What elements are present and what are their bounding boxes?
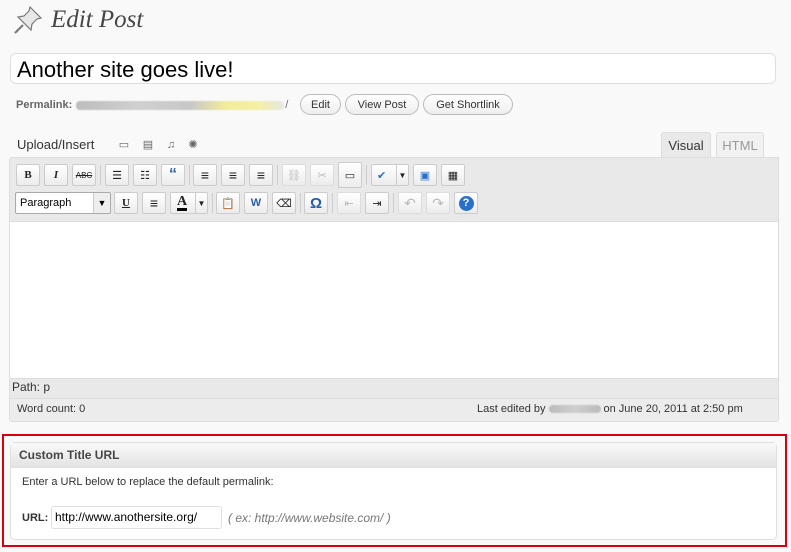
align-center-button[interactable]: ≡ <box>221 164 245 186</box>
last-edited-prefix: Last edited by <box>477 403 546 415</box>
last-edited-suffix: on June 20, 2011 at 2:50 pm <box>603 403 743 415</box>
format-select[interactable]: Paragraph ▼ <box>15 192 111 214</box>
bullet-list-button[interactable]: ☰ <box>105 164 129 186</box>
paste-text-button[interactable]: 📋 <box>216 192 240 214</box>
italic-button[interactable]: I <box>44 164 68 186</box>
outdent-button[interactable]: ⇤ <box>337 192 361 214</box>
editor-content-area[interactable] <box>10 221 778 379</box>
justify-button[interactable]: ≡ <box>142 192 166 214</box>
remove-format-button[interactable]: ⌫ <box>272 192 296 214</box>
paste-word-button[interactable]: W <box>244 192 268 214</box>
pushpin-icon <box>12 4 44 36</box>
last-edited-info: Last edited by on June 20, 2011 at 2:50 … <box>477 403 743 415</box>
page-title: Edit Post <box>51 6 144 33</box>
indent-button[interactable]: ⇥ <box>365 192 389 214</box>
redo-button[interactable]: ↷ <box>426 192 450 214</box>
spellcheck-button[interactable]: ✔ ▼ <box>371 164 409 186</box>
add-image-icon[interactable]: ▭ <box>118 139 130 151</box>
special-character-button[interactable]: Ω <box>304 192 328 214</box>
custom-url-input[interactable]: http://www.anothersite.org/ <box>51 506 222 529</box>
url-label: URL: <box>22 512 49 524</box>
get-shortlink-button[interactable]: Get Shortlink <box>423 94 513 115</box>
word-count: Word count: 0 <box>17 403 86 415</box>
undo-button[interactable]: ↶ <box>398 192 422 214</box>
help-icon: ? <box>458 195 474 211</box>
view-post-button[interactable]: View Post <box>345 94 419 115</box>
format-select-value: Paragraph <box>20 197 72 209</box>
numbered-list-button[interactable]: ☷ <box>133 164 157 186</box>
fullscreen-button[interactable]: ▣ <box>413 164 437 186</box>
bold-button[interactable]: B <box>16 164 40 186</box>
strikethrough-button[interactable]: ABC <box>72 164 96 186</box>
chevron-down-icon: ▼ <box>93 193 110 213</box>
add-audio-icon[interactable]: ♫ <box>165 139 177 151</box>
upload-insert-label: Upload/Insert <box>17 137 95 152</box>
align-right-button[interactable]: ≡ <box>249 164 273 186</box>
permalink-row: Permalink: / <box>16 96 288 114</box>
align-left-button[interactable]: ≡ <box>193 164 217 186</box>
kitchen-sink-button[interactable]: ▦ <box>441 164 465 186</box>
help-button[interactable]: ? <box>454 192 478 214</box>
add-video-icon[interactable]: ▤ <box>142 139 154 151</box>
tab-html[interactable]: HTML <box>716 132 764 157</box>
insert-more-button[interactable]: ▭ <box>338 162 362 188</box>
postbox-header[interactable] <box>11 443 776 468</box>
postbox-description: Enter a URL below to replace the default… <box>22 476 274 488</box>
spellcheck-icon: ✔ <box>377 169 387 182</box>
permalink-url-redacted[interactable] <box>76 100 285 110</box>
underline-button[interactable]: U <box>114 192 138 214</box>
insert-link-button[interactable]: ⛓ <box>282 164 306 186</box>
url-example-hint: ( ex: http://www.website.com/ ) <box>228 511 391 525</box>
add-media-icon[interactable]: ✺ <box>187 139 199 151</box>
edit-permalink-button[interactable]: Edit <box>300 94 341 115</box>
editor-path: Path: p <box>12 380 51 394</box>
tab-visual[interactable]: Visual <box>661 132 711 157</box>
text-color-button[interactable]: A ▼ <box>170 192 208 214</box>
permalink-slash: / <box>285 99 289 111</box>
post-title-input[interactable]: Another site goes live! <box>10 53 776 84</box>
unlink-button[interactable]: ✂ <box>310 164 334 186</box>
chevron-down-icon[interactable]: ▼ <box>396 165 408 185</box>
blockquote-button[interactable]: “ <box>161 164 185 186</box>
redacted-username <box>548 405 601 413</box>
permalink-label: Permalink: <box>16 99 73 111</box>
postbox-title: Custom Title URL <box>19 448 120 462</box>
text-color-icon: A <box>177 194 188 211</box>
chevron-down-icon[interactable]: ▼ <box>195 193 207 213</box>
